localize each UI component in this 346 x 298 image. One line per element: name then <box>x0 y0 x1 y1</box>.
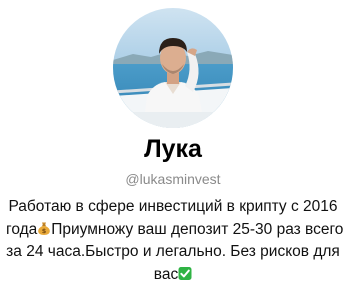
profile-name: Лука <box>144 135 202 163</box>
bio-line-2-end: Приумножу ваш депозит 25-30 раз всего <box>51 220 344 238</box>
avatar[interactable] <box>113 8 233 128</box>
profile-bio: Работаю в сфере инвестиций в крипту с 20… <box>6 196 344 287</box>
bio-line-2-start: года <box>6 220 38 238</box>
bio-line-1: Работаю в сфере инвестиций в крипту с 20… <box>8 198 338 215</box>
bio-line-4-text: вас <box>153 265 179 283</box>
profile-card: Лука @lukasminvest Работаю в сфере инвес… <box>0 0 346 298</box>
bio-line-4: вас <box>6 264 340 287</box>
bio-line-3: за 24 часа.Быстро и легально. Без рисков… <box>6 243 340 260</box>
money-bag-icon: $ <box>37 221 51 236</box>
avatar-photo <box>113 8 233 128</box>
svg-text:$: $ <box>42 227 47 235</box>
bio-line-2: года $ Приумножу ваш депозит 25-30 раз в… <box>6 219 344 242</box>
profile-username[interactable]: @lukasminvest <box>0 170 346 188</box>
check-mark-button-icon <box>178 266 192 281</box>
